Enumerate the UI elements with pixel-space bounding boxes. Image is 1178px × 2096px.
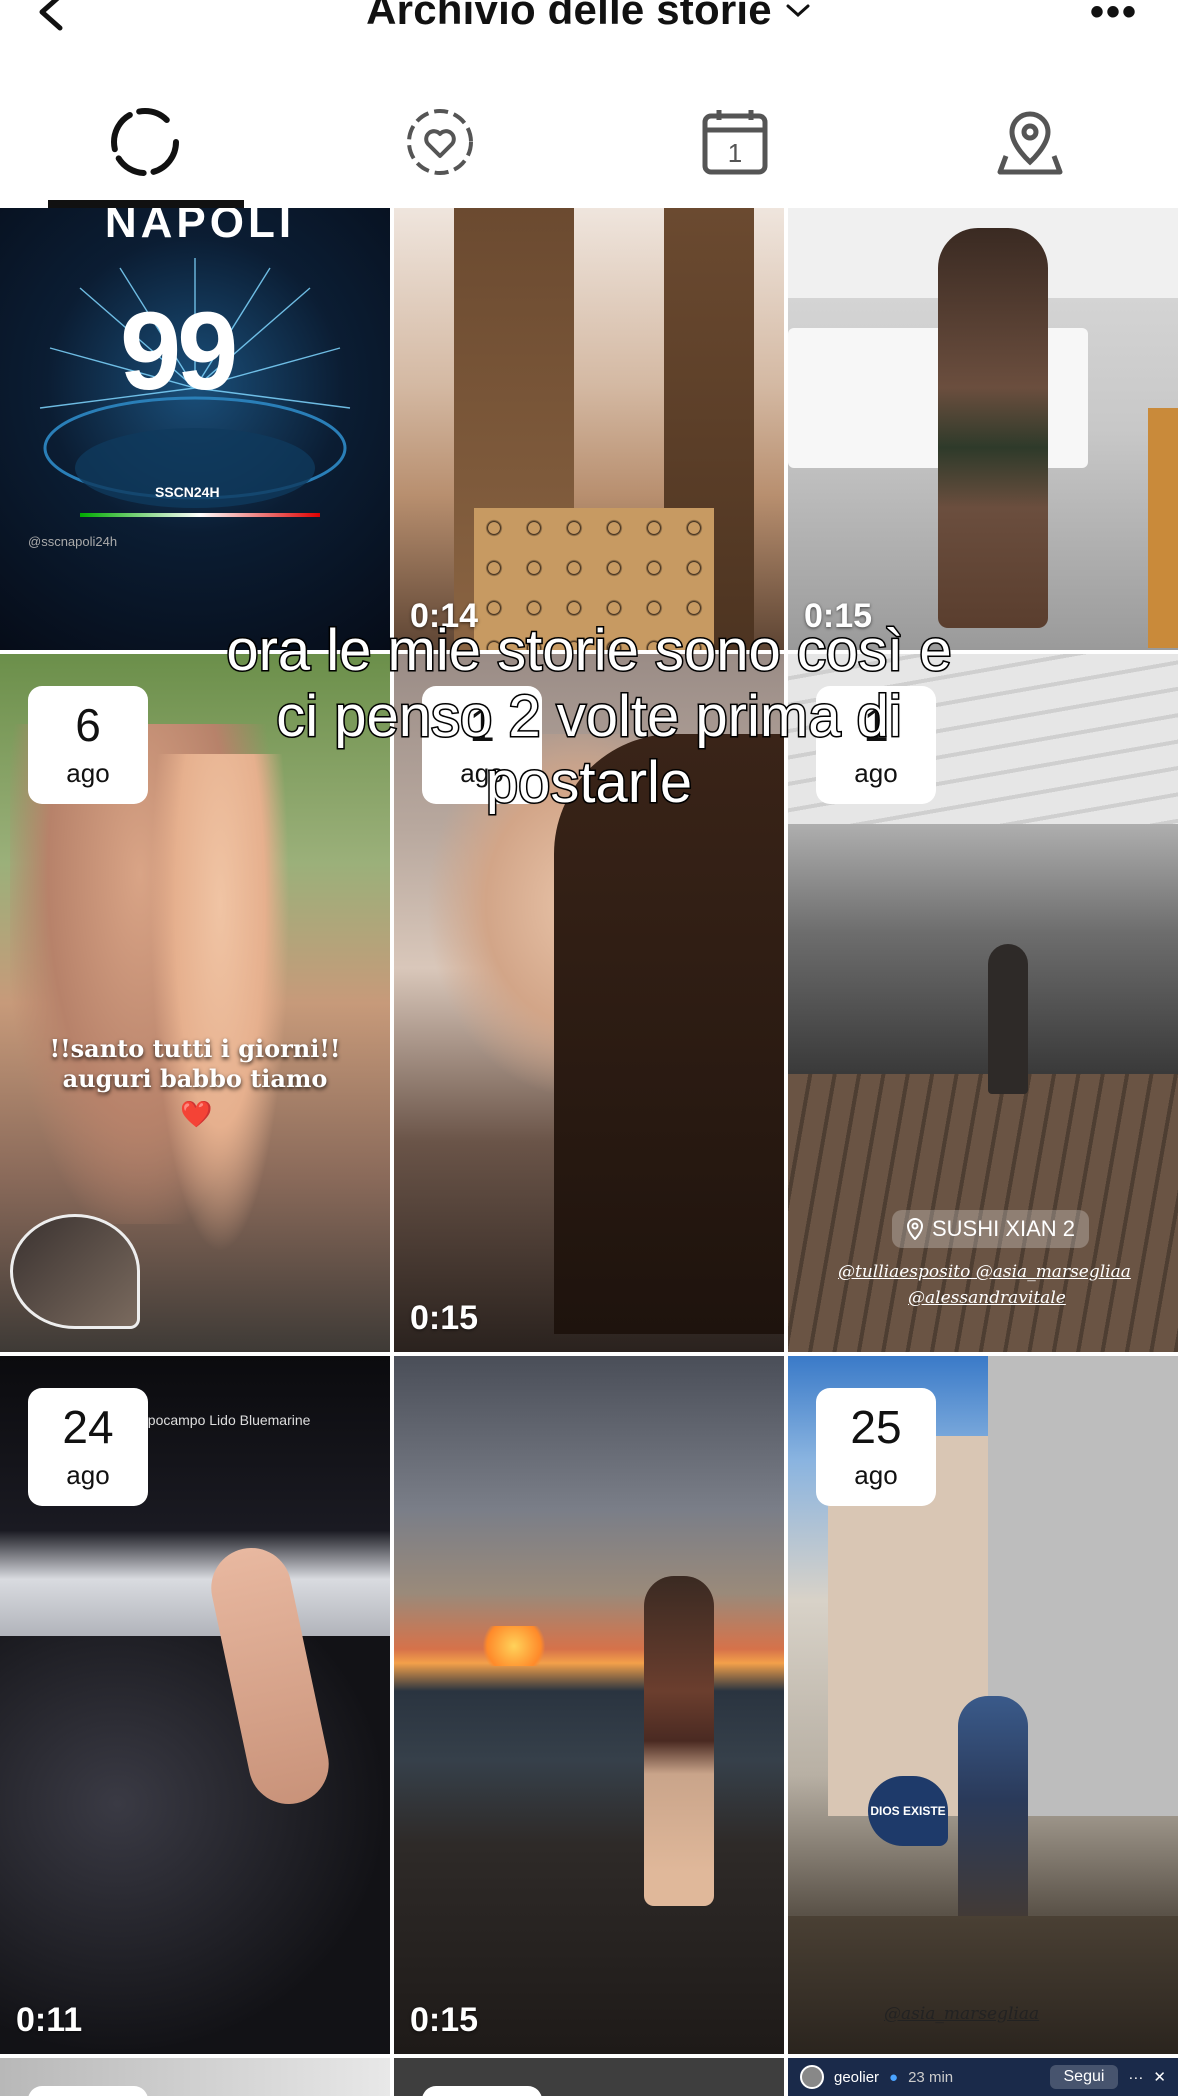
overlay-caption-line: ci penso 2 volte prima di — [275, 683, 903, 751]
sun — [474, 1626, 554, 1666]
story-caption-line: !!santo tutti i giorni!! — [49, 1034, 341, 1063]
person-figure — [938, 228, 1048, 628]
story-handle: @sscnapoli24h — [28, 534, 118, 549]
loading-circle-icon — [111, 108, 179, 176]
calendar-day: 1 — [728, 138, 742, 168]
story-duration: 0:15 — [410, 2001, 479, 2039]
tab-highlights[interactable] — [400, 102, 480, 182]
tab-all-stories[interactable] — [105, 102, 185, 182]
date-badge: 24 ago — [28, 1388, 148, 1506]
date-month: ago — [854, 1459, 898, 1490]
story-duration: 0:15 — [410, 1299, 479, 1337]
heart-sign: DIOS EXISTE — [868, 1776, 948, 1846]
heart-emoji: ❤️ — [180, 1099, 213, 1129]
chevron-down-icon — [786, 4, 810, 18]
flag-stripe — [80, 513, 320, 517]
story-thumbnail[interactable]: ppocampo Lido Bluemarine 0:11 24 ago — [0, 1356, 390, 2054]
location-pin-icon — [906, 1218, 924, 1240]
story-grid: NAPOLI 99 SSCN24H @sscnapoli24h 0:14 0:1… — [0, 208, 1178, 2096]
title-dropdown[interactable]: Archivio delle storie — [0, 0, 1178, 34]
page-title: Archivio delle storie — [366, 0, 772, 33]
avatar — [800, 2065, 824, 2089]
header: Archivio delle storie ••• — [0, 0, 1178, 70]
child-figure — [150, 754, 290, 1254]
close-icon[interactable]: ✕ — [1153, 2068, 1166, 2086]
story-thumbnail[interactable]: NAPOLI 99 SSCN24H @sscnapoli24h — [0, 208, 390, 650]
more-options-icon[interactable]: ··· — [1128, 2069, 1143, 2086]
story-thumbnail[interactable]: 0:14 — [394, 208, 784, 650]
mention-tag: @asia_marsegliaa — [884, 2004, 1040, 2024]
calendar-icon: 1 — [702, 110, 768, 175]
story-duration: 0:11 — [16, 2001, 83, 2039]
date-badge — [28, 2086, 148, 2096]
tab-calendar[interactable]: 1 — [695, 102, 775, 182]
location-name: SUSHI XIAN 2 — [932, 1216, 1076, 1241]
date-day: 24 — [62, 1400, 114, 1453]
overlay-caption: ora le mie storie sono così e ci penso 2… — [0, 617, 1178, 817]
story-title-fragment: NAPOLI — [104, 208, 296, 247]
date-badge: 25 ago — [816, 1388, 936, 1506]
location-sticker: SUSHI XIAN 2 — [892, 1210, 1090, 1248]
story-thumbnail[interactable]: 0:15 — [394, 1356, 784, 2054]
hair-shape — [554, 734, 784, 1334]
crowd-shape — [788, 1916, 1178, 2054]
person-figure — [644, 1576, 714, 1906]
crowd-shape — [0, 1636, 390, 2054]
date-day: 25 — [850, 1400, 902, 1453]
mention-tags: @tulliaesposito @asia_marsegliaa — [838, 1262, 1131, 1282]
story-number: 99 — [120, 290, 238, 413]
story-header-bar: geolier ● 23 min Segui ··· ✕ — [788, 2058, 1178, 2096]
story-thumbnail[interactable]: 0:15 — [788, 208, 1178, 650]
story-thumbnail[interactable] — [0, 2058, 390, 2096]
verified-icon: ● — [889, 2068, 899, 2086]
story-thumbnail[interactable]: geolier ● 23 min Segui ··· ✕ — [788, 2058, 1178, 2096]
location-pin-icon — [997, 111, 1063, 175]
heart-photo-sticker — [10, 1214, 140, 1329]
story-brand: SSCN24H — [155, 484, 220, 500]
filter-tabs: 1 — [0, 92, 1178, 192]
tab-map[interactable] — [990, 102, 1070, 182]
story-thumbnail[interactable] — [394, 2058, 784, 2096]
mention-tags: @alessandravitale — [908, 1288, 1066, 1308]
location-text: ppocampo Lido Bluemarine — [140, 1412, 311, 1428]
story-time: 23 min — [908, 2068, 954, 2086]
story-thumbnail[interactable]: DIOS EXISTE @asia_marsegliaa 25 ago — [788, 1356, 1178, 2054]
follow-button[interactable]: Segui — [1049, 2065, 1119, 2089]
overlay-caption-line: postarle — [484, 749, 693, 817]
door-frame — [1148, 408, 1178, 648]
active-tab-indicator — [48, 200, 244, 208]
date-badge — [422, 2086, 542, 2096]
date-month: ago — [66, 1459, 110, 1490]
story-caption-line: auguri babbo tiamo — [62, 1064, 328, 1093]
person-figure — [988, 944, 1028, 1094]
more-options-button[interactable]: ••• — [1090, 0, 1138, 35]
heart-circle-icon — [407, 109, 473, 175]
overlay-caption-line: ora le mie storie sono così e — [225, 617, 953, 685]
story-username: geolier — [834, 2068, 880, 2086]
